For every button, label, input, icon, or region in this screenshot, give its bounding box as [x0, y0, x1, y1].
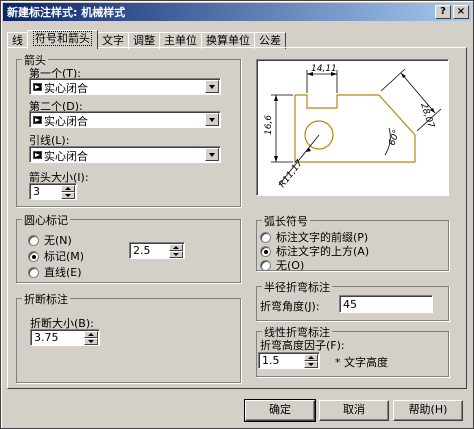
jog-angle-value: 45	[343, 298, 357, 311]
leader-arrow-value: 实心闭合	[44, 150, 88, 163]
break-size-spinner[interactable]: 3.75	[30, 329, 100, 346]
arc-length-group-title: 弧长符号	[262, 213, 310, 229]
preview-dim-top: 14,11	[311, 64, 337, 74]
spin-up-icon[interactable]	[61, 185, 75, 192]
center-mark-mark-radio[interactable]: 标记(M)	[28, 248, 84, 264]
dimension-preview: 14,11 16,6 28,07 60° R11,17	[256, 59, 449, 196]
jog-height-factor-label: 折弯高度因子(F):	[260, 339, 345, 352]
radio-circle	[260, 259, 271, 271]
center-marks-group-title: 圆心标记	[22, 212, 70, 228]
radio-circle	[28, 234, 39, 246]
tab-symbols-arrows[interactable]: 符号和箭头	[27, 30, 98, 49]
spin-up-icon[interactable]	[304, 354, 318, 361]
spin-up-icon[interactable]	[84, 331, 98, 338]
first-arrow-value: 实心闭合	[44, 82, 88, 95]
chevron-down-icon[interactable]	[205, 148, 219, 161]
center-mark-line-radio[interactable]: 直线(E)	[28, 264, 82, 280]
help-title-button[interactable]: ?	[435, 5, 451, 19]
spin-down-icon[interactable]	[84, 338, 98, 345]
chevron-down-icon[interactable]	[205, 113, 219, 126]
radio-circle-selected	[28, 250, 39, 262]
preview-dim-right: 28,07	[418, 102, 436, 130]
arrow-swatch-icon	[33, 116, 42, 124]
preview-dim-radius: R11,17	[277, 158, 305, 190]
second-arrow-value: 实心闭合	[44, 115, 88, 128]
dialog-title: 新建标注样式: 机械样式	[7, 6, 126, 19]
center-mark-none-radio[interactable]: 无(N)	[28, 232, 72, 248]
leader-arrow-select[interactable]: 实心闭合	[29, 146, 221, 163]
first-arrow-select[interactable]: 实心闭合	[29, 78, 221, 95]
spin-down-icon[interactable]	[61, 192, 75, 199]
radius-jog-group-title: 半径折弯标注	[262, 279, 332, 295]
spin-up-icon[interactable]	[169, 244, 183, 251]
cancel-button[interactable]: 取消	[319, 400, 389, 421]
text-height-unit-label: * 文字高度	[335, 356, 388, 369]
center-mark-none-label: 无(N)	[44, 234, 72, 247]
arrow-size-value: 3	[33, 185, 40, 198]
radio-circle-selected	[260, 245, 271, 257]
radio-circle	[28, 266, 39, 278]
dimension-break-group-title: 折断标注	[22, 291, 70, 307]
help-button[interactable]: 帮助(H)	[393, 400, 463, 421]
preview-drawing: 14,11 16,6 28,07 60° R11,17	[264, 64, 442, 190]
title-bar: 新建标注样式: 机械样式 ? ×	[3, 3, 471, 21]
center-mark-size-value: 2.5	[133, 244, 151, 257]
center-mark-size-spinner[interactable]: 2.5	[129, 242, 185, 259]
arrow-swatch-icon	[33, 83, 42, 91]
arc-none-radio[interactable]: 无(O)	[260, 257, 304, 273]
spin-down-icon[interactable]	[304, 361, 318, 368]
jog-angle-label: 折弯角度(J):	[260, 300, 320, 313]
dialog-window: 新建标注样式: 机械样式 ? × 线 符号和箭头 文字 调整 主单位 换算单位 …	[0, 0, 474, 429]
center-mark-line-label: 直线(E)	[44, 266, 82, 279]
arc-none-label: 无(O)	[276, 259, 305, 272]
jog-height-factor-value: 1.5	[262, 354, 280, 367]
break-size-value: 3.75	[34, 331, 59, 344]
jog-angle-input[interactable]: 45	[339, 295, 433, 313]
radio-circle	[260, 231, 271, 243]
jog-height-factor-spinner[interactable]: 1.5	[258, 352, 320, 369]
arrow-swatch-icon	[33, 151, 42, 159]
close-button[interactable]: ×	[453, 5, 469, 19]
ok-button[interactable]: 确定	[244, 399, 316, 422]
tab-symbols-arrows-label: 符号和箭头	[33, 31, 92, 46]
chevron-down-icon[interactable]	[205, 80, 219, 93]
preview-dim-left: 16,6	[264, 115, 274, 135]
spin-down-icon[interactable]	[169, 251, 183, 258]
tab-strip: 线 符号和箭头 文字 调整 主单位 换算单位 公差	[7, 30, 286, 49]
arrow-size-spinner[interactable]: 3	[29, 183, 77, 200]
center-mark-mark-label: 标记(M)	[44, 250, 85, 263]
second-arrow-select[interactable]: 实心闭合	[29, 111, 221, 128]
